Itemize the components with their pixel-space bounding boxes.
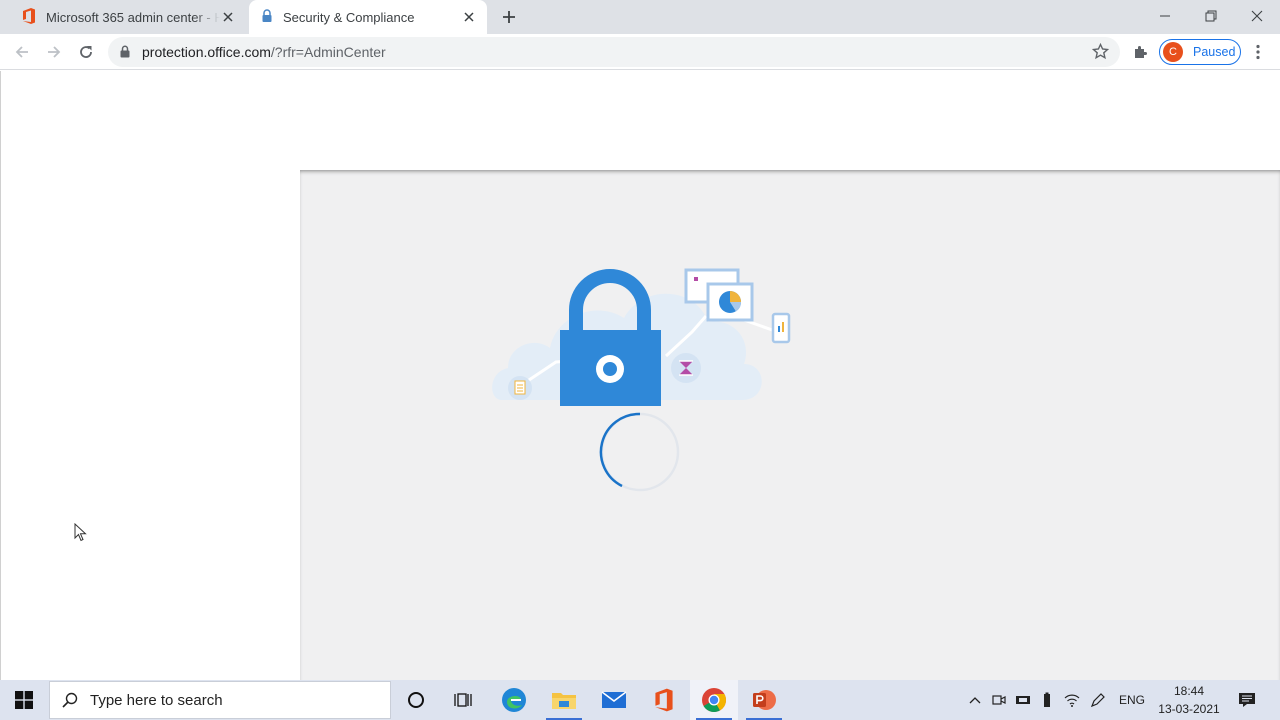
show-hidden-icons-button[interactable] <box>964 680 986 720</box>
windows-taskbar: Type here to search ENG 18:44 13-03-2021 <box>0 680 1280 720</box>
profile-status: Paused <box>1193 45 1236 59</box>
plus-icon <box>503 11 515 23</box>
meet-now-button[interactable] <box>988 680 1010 720</box>
close-icon <box>1251 10 1263 22</box>
taskbar-office[interactable] <box>640 680 688 720</box>
minimize-icon <box>1160 15 1170 17</box>
url-text: protection.office.com/?rfr=AdminCenter <box>142 44 386 60</box>
back-button[interactable] <box>9 39 35 65</box>
profile-button[interactable]: C Paused <box>1159 39 1241 65</box>
taskbar-clock[interactable]: 18:44 13-03-2021 <box>1150 682 1228 718</box>
hourglass-icon <box>671 353 701 383</box>
chrome-icon <box>702 688 726 713</box>
avatar: C <box>1163 42 1183 62</box>
mouse-cursor-icon <box>74 523 87 542</box>
chevron-up-icon <box>969 697 981 704</box>
windows-logo-icon <box>15 691 33 709</box>
security-illustration <box>492 268 791 406</box>
restore-button[interactable] <box>1188 0 1234 32</box>
network-button[interactable] <box>1060 680 1084 720</box>
padlock-illustration <box>560 269 661 406</box>
mail-icon <box>601 691 627 708</box>
address-bar[interactable]: protection.office.com/?rfr=AdminCenter <box>108 37 1120 67</box>
edge-icon <box>502 688 526 712</box>
clock-date: 13-03-2021 <box>1158 702 1220 716</box>
new-tab-button[interactable] <box>498 6 520 28</box>
tab-title: Security & Compliance <box>283 9 415 25</box>
page-viewport <box>0 71 1280 680</box>
browser-toolbar: protection.office.com/?rfr=AdminCenter C… <box>0 34 1280 70</box>
cortana-button[interactable] <box>392 680 440 720</box>
clock-time: 18:44 <box>1173 684 1205 698</box>
close-tab-icon[interactable] <box>461 9 477 25</box>
action-center-button[interactable] <box>1234 680 1260 720</box>
tab-title: Microsoft 365 admin center - Home <box>46 9 220 25</box>
url-host: protection.office.com <box>142 44 271 60</box>
arrow-right-icon <box>48 46 61 58</box>
tray-device-icon[interactable] <box>1012 680 1034 720</box>
url-path: /?rfr=AdminCenter <box>270 44 386 60</box>
task-view-icon <box>454 693 472 707</box>
reload-icon <box>80 46 92 58</box>
padlock-icon[interactable] <box>120 45 130 63</box>
taskbar-search-box[interactable]: Type here to search <box>49 681 391 719</box>
battery-button[interactable] <box>1036 680 1058 720</box>
camera-icon <box>992 695 1006 705</box>
minimize-button[interactable] <box>1142 0 1188 32</box>
tab-security-compliance[interactable]: Security & Compliance <box>249 0 487 34</box>
puzzle-icon <box>1135 46 1147 58</box>
language-indicator[interactable]: ENG <box>1114 680 1150 720</box>
taskbar-mail[interactable] <box>590 680 638 720</box>
wifi-icon <box>1064 694 1080 707</box>
powerpoint-icon <box>753 690 776 710</box>
extensions-button[interactable] <box>1128 39 1154 65</box>
pen-workspace-button[interactable] <box>1086 680 1110 720</box>
arrow-left-icon <box>15 46 28 58</box>
start-button[interactable] <box>0 680 48 720</box>
close-window-button[interactable] <box>1234 0 1280 32</box>
reload-button[interactable] <box>73 39 99 65</box>
forward-button[interactable] <box>41 39 67 65</box>
browser-menu-button[interactable] <box>1245 39 1271 65</box>
taskbar-chrome[interactable] <box>690 680 738 720</box>
restore-icon <box>1205 10 1217 22</box>
cortana-icon <box>408 692 424 708</box>
bookmark-star-icon[interactable] <box>1091 42 1110 65</box>
device-icon <box>1016 696 1030 704</box>
close-tab-icon[interactable] <box>220 9 236 25</box>
battery-icon <box>1044 692 1050 707</box>
tab-strip: Microsoft 365 admin center - Home Securi… <box>0 0 1280 34</box>
office-icon <box>655 688 673 712</box>
window-border <box>0 71 1 680</box>
tab-microsoft-365-admin-center[interactable]: Microsoft 365 admin center - Home <box>8 0 246 34</box>
lock-icon <box>261 8 273 26</box>
search-placeholder: Type here to search <box>90 691 223 709</box>
document-icon <box>508 376 532 400</box>
file-explorer-icon <box>552 693 576 709</box>
loading-spinner <box>599 412 680 492</box>
office-icon <box>22 7 36 27</box>
loading-pane <box>300 170 1280 680</box>
taskbar-powerpoint[interactable] <box>740 680 788 720</box>
notification-icon <box>1239 693 1255 707</box>
pen-icon <box>1090 693 1105 708</box>
search-icon <box>62 692 78 708</box>
kebab-menu-icon <box>1256 44 1260 60</box>
mobile-device-icon <box>771 312 791 344</box>
taskbar-file-explorer[interactable] <box>540 680 588 720</box>
taskbar-edge[interactable] <box>490 680 538 720</box>
task-view-button[interactable] <box>440 680 488 720</box>
